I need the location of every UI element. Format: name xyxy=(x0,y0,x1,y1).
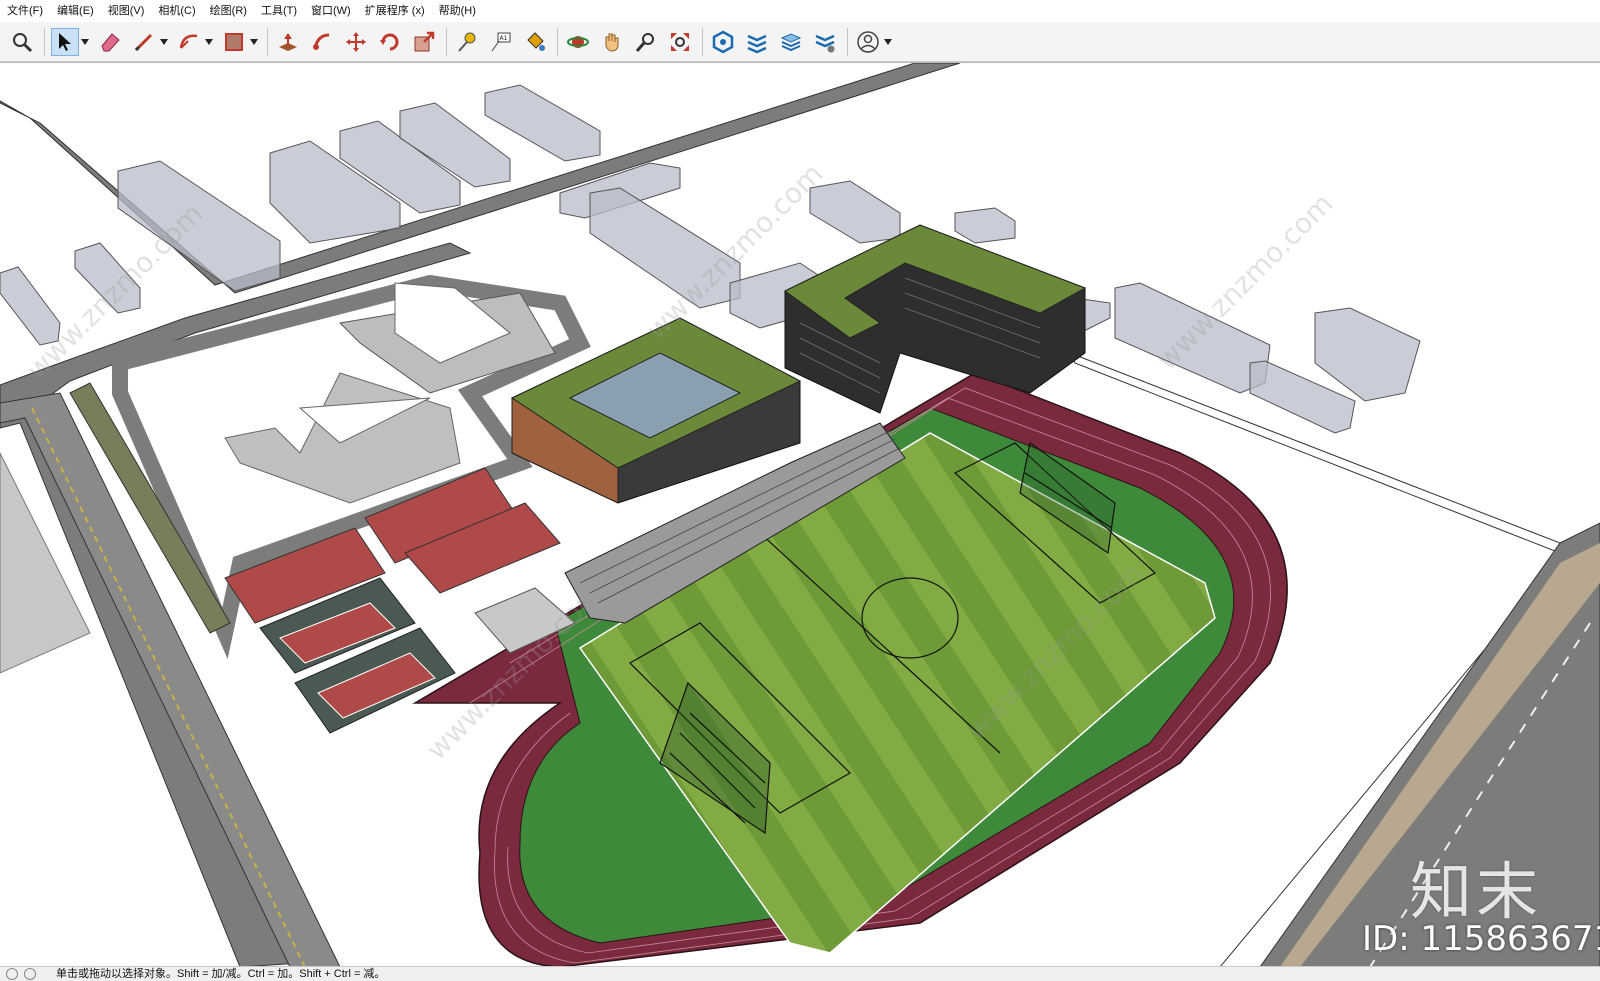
pencil-tool-button[interactable] xyxy=(130,28,158,56)
arc-tool-button[interactable] xyxy=(175,28,203,56)
account-icon xyxy=(857,30,879,53)
text-tool-button[interactable]: A1 xyxy=(487,28,515,56)
layers-button[interactable] xyxy=(777,28,805,56)
rectangle-tool-button[interactable] xyxy=(220,28,248,56)
paint-bucket-tool-button[interactable] xyxy=(521,28,549,56)
menu-tools[interactable]: 工具(T) xyxy=(254,0,304,22)
toolbar-separator xyxy=(702,27,703,56)
menu-file[interactable]: 文件(F) xyxy=(0,0,50,22)
menu-camera[interactable]: 相机(C) xyxy=(151,0,202,22)
menu-bar: 文件(F) 编辑(E) 视图(V) 相机(C) 绘图(R) 工具(T) 窗口(W… xyxy=(0,0,1600,22)
text-icon: A1 xyxy=(491,32,511,51)
move-tool-button[interactable] xyxy=(342,28,370,56)
menu-view[interactable]: 视图(V) xyxy=(101,0,152,22)
toolbar-separator xyxy=(44,27,45,56)
menu-draw[interactable]: 绘图(R) xyxy=(203,0,254,22)
status-bar: 单击或拖动以选择对象。Shift = 加/减。Ctrl = 加。Shift + … xyxy=(0,966,1600,981)
rectangle-icon xyxy=(225,32,243,51)
chevron-down-icon xyxy=(205,38,213,45)
warehouse-icon xyxy=(712,30,734,53)
zoom-extents-icon xyxy=(671,32,689,51)
extension-warehouse-button[interactable] xyxy=(743,28,771,56)
pan-icon xyxy=(605,33,619,52)
tape-measure-tool-button[interactable] xyxy=(453,28,481,56)
pencil-dropdown[interactable] xyxy=(159,28,169,56)
zoom-icon xyxy=(13,32,33,52)
arc-icon xyxy=(179,34,198,49)
arc-dropdown[interactable] xyxy=(204,28,214,56)
rotate-icon xyxy=(380,33,399,50)
main-toolbar: A1 xyxy=(0,22,1600,62)
model-info-icon xyxy=(815,34,835,52)
watermark-id: ID: 1158636715 xyxy=(1362,919,1600,959)
warehouse-button[interactable] xyxy=(709,28,737,56)
extension-warehouse-icon xyxy=(747,34,767,53)
select-dropdown[interactable] xyxy=(80,28,90,56)
zoom-tool-button[interactable] xyxy=(8,28,36,56)
account-dropdown[interactable] xyxy=(883,28,893,56)
menu-extensions[interactable]: 扩展程序 (x) xyxy=(358,0,432,22)
menu-window[interactable]: 窗口(W) xyxy=(304,0,358,22)
rectangle-dropdown[interactable] xyxy=(249,28,259,56)
rotate-tool-button[interactable] xyxy=(376,28,404,56)
svg-text:A1: A1 xyxy=(500,35,508,42)
layers-icon xyxy=(780,32,802,51)
scale-tool-button[interactable] xyxy=(410,28,438,56)
orbit-icon xyxy=(567,35,589,48)
eraser-tool-button[interactable] xyxy=(96,28,124,56)
select-tool-button[interactable] xyxy=(51,27,79,56)
follow-me-tool-button[interactable] xyxy=(308,28,336,56)
chevron-down-icon xyxy=(884,38,892,45)
toolbar-separator xyxy=(267,27,268,56)
toolbar-separator xyxy=(847,27,848,56)
push-pull-icon xyxy=(279,32,297,51)
chevron-down-icon xyxy=(81,38,89,45)
select-icon xyxy=(59,32,71,51)
move-icon xyxy=(346,31,366,52)
menu-help[interactable]: 帮助(H) xyxy=(432,0,483,22)
info-icon[interactable] xyxy=(24,968,36,980)
eraser-icon xyxy=(101,32,120,51)
chevron-down-icon xyxy=(250,38,258,45)
follow-me-icon xyxy=(313,33,330,50)
toolbar-separator xyxy=(446,27,447,56)
toolbar-separator xyxy=(557,27,558,56)
zoom-window-icon xyxy=(635,32,654,52)
pencil-icon xyxy=(134,33,153,51)
zoom-window-tool-button[interactable] xyxy=(632,28,660,56)
push-pull-tool-button[interactable] xyxy=(274,28,302,56)
zoom-extents-tool-button[interactable] xyxy=(666,28,694,56)
geo-location-icon[interactable] xyxy=(6,968,18,980)
model-viewport[interactable]: www.znzmo.com www.znzmo.com www.znzmo.co… xyxy=(0,62,1600,967)
chevron-down-icon xyxy=(160,38,168,45)
account-button[interactable] xyxy=(854,28,882,56)
menu-edit[interactable]: 编辑(E) xyxy=(50,0,101,22)
paint-bucket-icon xyxy=(527,31,545,51)
model-info-button[interactable] xyxy=(811,28,839,56)
scale-icon xyxy=(414,31,435,51)
tape-measure-icon xyxy=(458,32,476,52)
watermark-logo: 知末 xyxy=(1410,855,1543,928)
orbit-tool-button[interactable] xyxy=(564,28,592,56)
status-text: 单击或拖动以选择对象。Shift = 加/减。Ctrl = 加。Shift + … xyxy=(56,968,386,980)
pan-tool-button[interactable] xyxy=(598,28,626,56)
